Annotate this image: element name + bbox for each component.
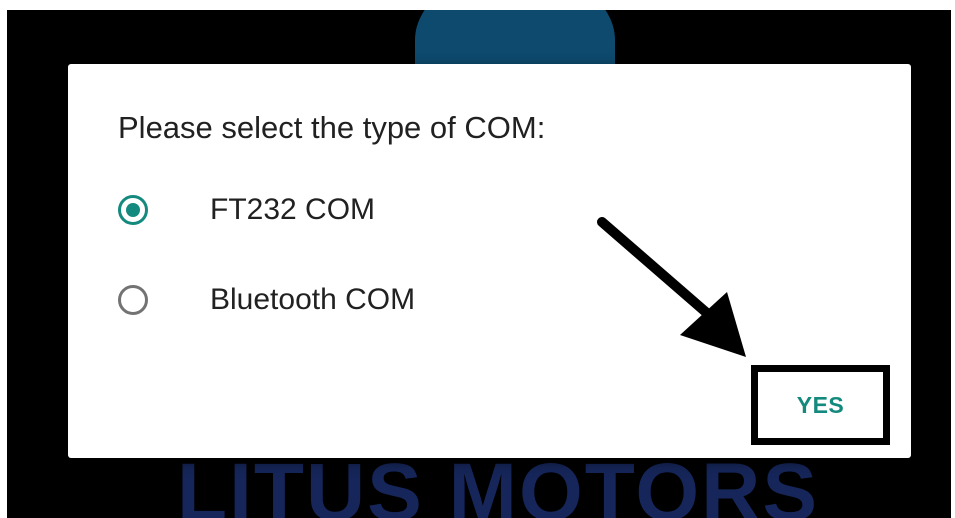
radio-checked-icon[interactable] [118,195,148,225]
option-ft232-com[interactable]: FT232 COM [118,187,375,233]
option-label: Bluetooth COM [210,283,416,316]
app-screen: LITUS MOTORS Please select the type of C… [7,10,951,518]
yes-button[interactable]: YES [758,372,883,438]
background-watermark: LITUS MOTORS [177,447,820,518]
com-type-dialog: Please select the type of COM: FT232 COM… [68,64,911,458]
radio-unchecked-icon[interactable] [118,285,148,315]
option-label: FT232 COM [210,193,376,226]
yes-button-highlight-box: YES [751,365,890,445]
option-bluetooth-com[interactable]: Bluetooth COM [118,277,415,323]
dialog-title: Please select the type of COM: [118,110,546,145]
